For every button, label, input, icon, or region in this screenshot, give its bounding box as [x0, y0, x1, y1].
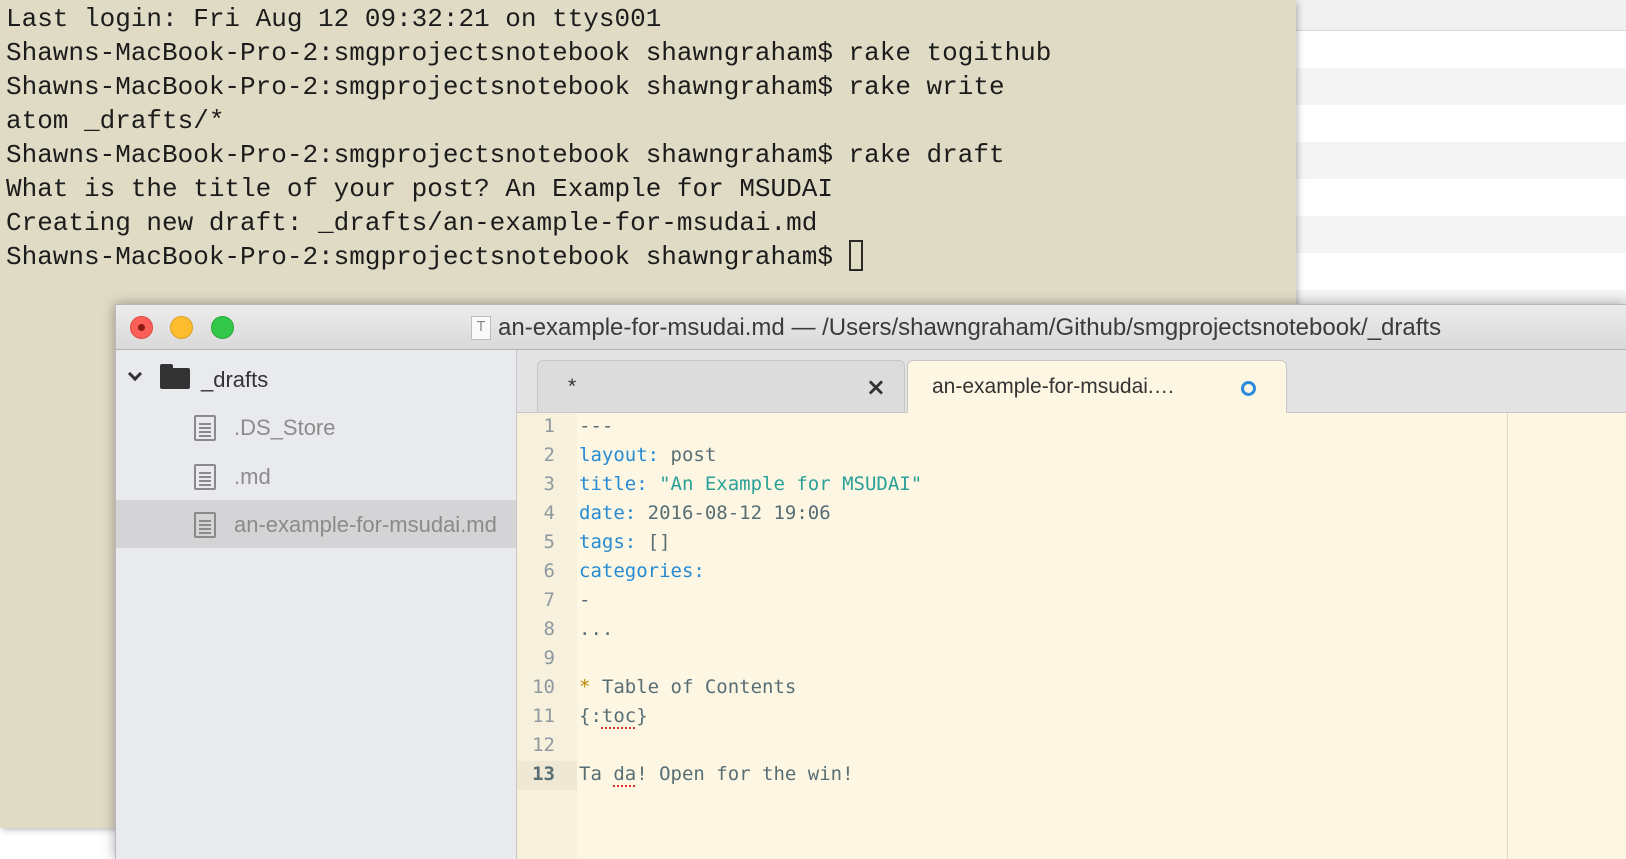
tab-label: an-example-for-msudai.… [932, 375, 1175, 398]
line-number[interactable]: 2 [544, 444, 555, 466]
code-line[interactable]: categories: [579, 560, 705, 582]
code-token: * [579, 676, 591, 698]
code-token: layout: [579, 444, 660, 466]
window-title: an-example-for-msudai.md — /Users/shawng… [498, 314, 1442, 341]
code-token: - [579, 589, 591, 611]
line-number[interactable]: 10 [532, 676, 555, 698]
tree-file-md[interactable]: .md [116, 452, 516, 500]
code-token: Table of Contents [590, 676, 797, 698]
line-number[interactable]: 1 [544, 415, 555, 437]
code-token: date: [579, 502, 637, 524]
text-editor[interactable]: 1 2 3 4 5 6 7 8 9 10 11 12 13 --- layout: post title: … [517, 413, 1626, 859]
background-window [1250, 0, 1626, 327]
code-token: "An Example for MSUDAI" [647, 473, 923, 495]
wrap-guide [1507, 413, 1508, 859]
tree-folder-drafts[interactable]: _drafts [116, 355, 516, 403]
code-token: [] [636, 531, 671, 553]
terminal-line: Last login: Fri Aug 12 09:32:21 on ttys0… [6, 4, 662, 34]
tab-untitled[interactable]: * × [537, 360, 905, 412]
chevron-down-icon[interactable] [127, 366, 143, 382]
code-line[interactable]: ... [579, 618, 613, 640]
tree-file-label: an-example-for-msudai.md [234, 512, 497, 537]
terminal-cursor[interactable] [848, 240, 863, 271]
file-text-icon [194, 464, 216, 490]
terminal-line: Shawns-MacBook-Pro-2:smgprojectsnotebook… [6, 140, 1005, 170]
code-line[interactable]: Ta da! Open for the win! [579, 763, 854, 785]
tree-file-label: .md [234, 464, 271, 489]
line-number[interactable]: 13 [532, 763, 555, 785]
background-window-titlebar [1250, 0, 1626, 31]
file-text-icon [194, 415, 216, 441]
code-token: ... [579, 618, 614, 640]
window-titlebar[interactable]: T an-example-for-msudai.md — /Users/shaw… [116, 305, 1626, 350]
code-line[interactable]: --- [579, 415, 613, 437]
tree-file-an-example-for-msudai[interactable]: an-example-for-msudai.md [116, 500, 516, 548]
code-token: --- [579, 415, 614, 437]
tab-an-example-for-msudai[interactable]: an-example-for-msudai.… [907, 360, 1287, 413]
terminal-line: Shawns-MacBook-Pro-2:smgprojectsnotebook… [6, 38, 1052, 68]
terminal-prompt: Shawns-MacBook-Pro-2:smgprojectsnotebook… [6, 242, 849, 272]
line-number[interactable]: 9 [544, 647, 555, 669]
code-line[interactable]: title: "An Example for MSUDAI" [579, 473, 922, 495]
code-line[interactable]: * Table of Contents [579, 676, 796, 698]
file-text-icon [194, 512, 216, 538]
minimize-window-button[interactable] [170, 316, 193, 339]
terminal-line: Creating new draft: _drafts/an-example-f… [6, 208, 818, 238]
modified-indicator-icon[interactable] [1241, 381, 1256, 396]
tree-folder-label: _drafts [201, 367, 269, 392]
tab-bar: * × an-example-for-msudai.… [517, 350, 1626, 413]
terminal-line: atom _drafts/* [6, 106, 225, 136]
code-token: tags: [579, 531, 637, 553]
tree-view[interactable]: _drafts .DS_Store .md an-example-for-msu… [116, 350, 517, 859]
line-number[interactable]: 8 [544, 618, 555, 640]
folder-icon [160, 364, 190, 389]
terminal-line: What is the title of your post? An Examp… [6, 174, 833, 204]
code-token: title: [579, 473, 648, 495]
code-line[interactable]: date: 2016-08-12 19:06 [579, 502, 831, 524]
code-token: categories: [579, 560, 705, 582]
code-token: ! Open for the win! [636, 763, 854, 785]
line-number[interactable]: 11 [532, 705, 555, 727]
line-number[interactable]: 7 [544, 589, 555, 611]
line-number[interactable]: 12 [532, 734, 555, 756]
close-tab-icon[interactable]: × [866, 373, 886, 401]
code-line[interactable]: {:toc} [579, 705, 648, 727]
tab-label: * [568, 375, 577, 398]
atom-window[interactable]: T an-example-for-msudai.md — /Users/shaw… [115, 304, 1626, 859]
code-token: } [636, 705, 648, 727]
close-window-button[interactable] [130, 316, 153, 339]
code-line[interactable]: - [579, 589, 590, 611]
zoom-window-button[interactable] [211, 316, 234, 339]
spelling-error-word: da [613, 763, 637, 785]
code-token: 2016-08-12 19:06 [636, 502, 831, 524]
code-line[interactable]: tags: [] [579, 531, 671, 553]
code-token: {: [579, 705, 602, 727]
document-proxy-icon[interactable]: T [471, 316, 491, 340]
tree-file-ds-store[interactable]: .DS_Store [116, 403, 516, 451]
line-number[interactable]: 5 [544, 531, 555, 553]
code-line[interactable]: layout: post [579, 444, 716, 466]
terminal-output[interactable]: Last login: Fri Aug 12 09:32:21 on ttys0… [0, 0, 1296, 274]
code-token: Ta [579, 763, 614, 785]
line-number[interactable]: 4 [544, 502, 555, 524]
line-number[interactable]: 6 [544, 560, 555, 582]
terminal-line: Shawns-MacBook-Pro-2:smgprojectsnotebook… [6, 72, 1005, 102]
tree-file-label: .DS_Store [234, 415, 336, 440]
line-number-gutter[interactable]: 1 2 3 4 5 6 7 8 9 10 11 12 13 [517, 413, 577, 859]
line-number[interactable]: 3 [544, 473, 555, 495]
spelling-error-word: toc [601, 705, 637, 727]
code-token: post [659, 444, 717, 466]
